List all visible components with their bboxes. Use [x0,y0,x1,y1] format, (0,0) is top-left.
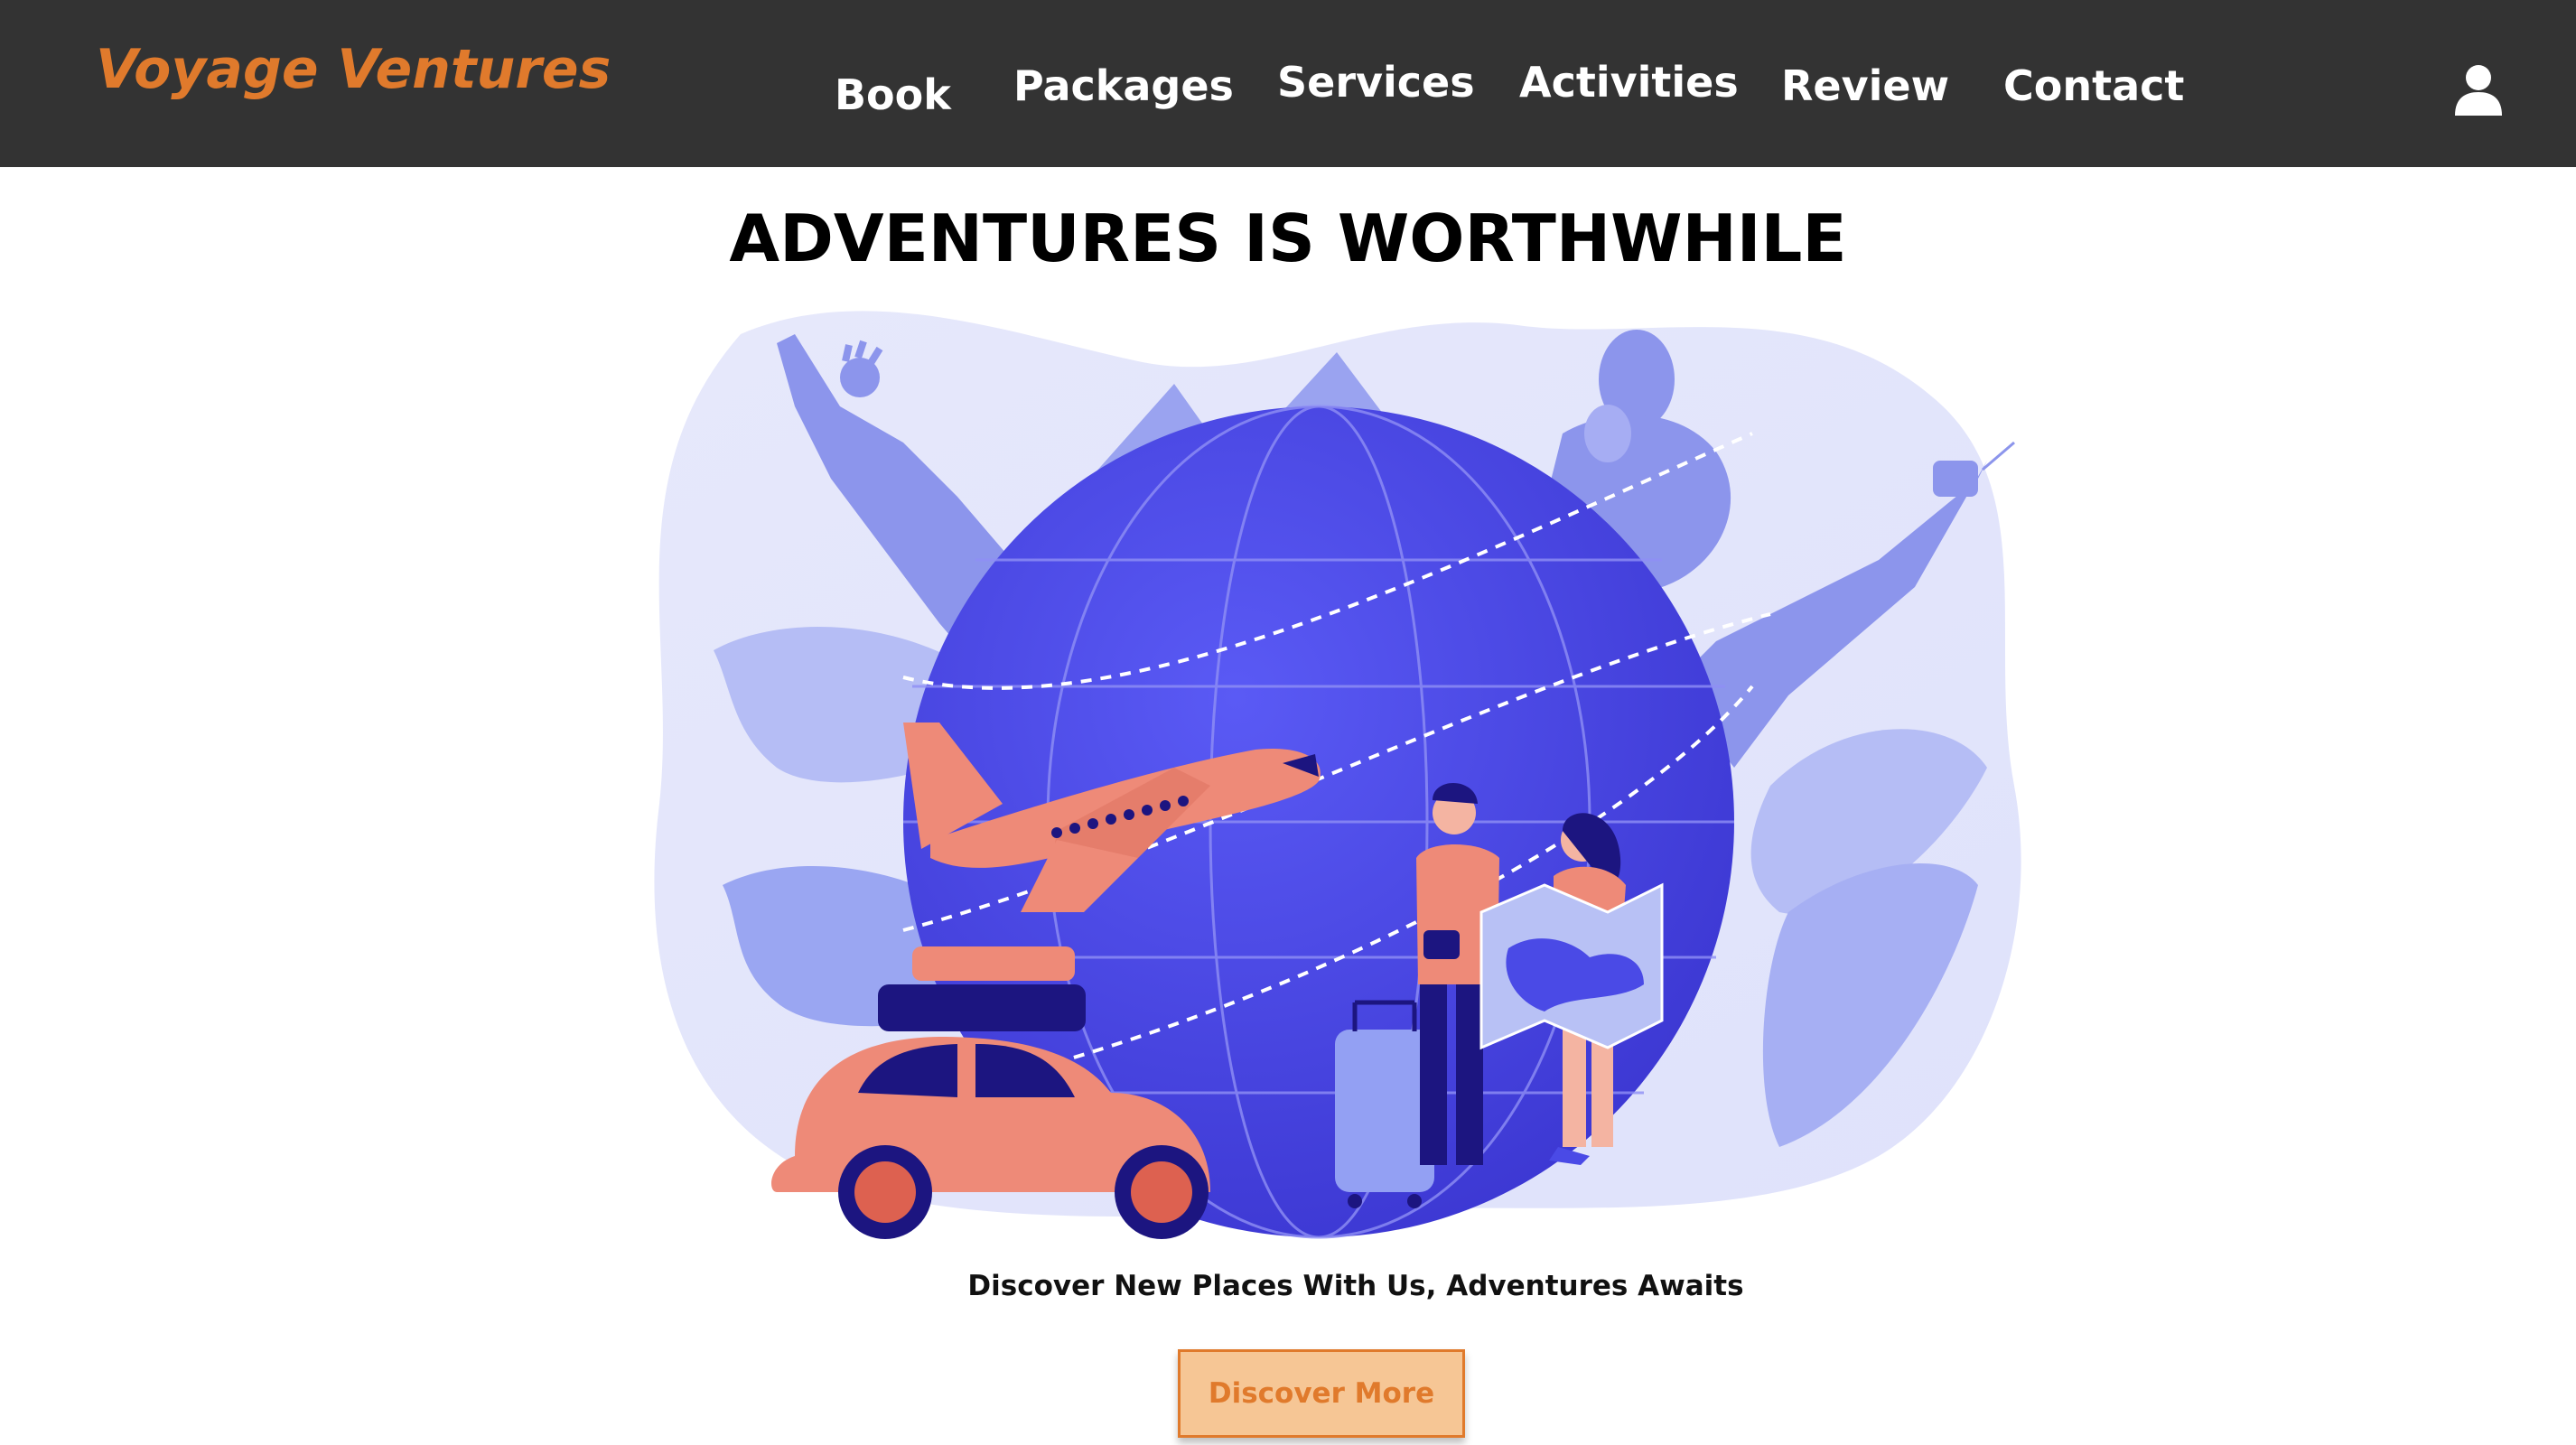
nav-item-services[interactable]: Services [1277,58,1475,107]
user-icon[interactable] [2453,63,2504,117]
discover-more-button[interactable]: Discover More [1178,1349,1465,1438]
nav-item-contact[interactable]: Contact [2003,61,2184,110]
suitcase-icon [1335,1000,1434,1208]
top-navbar: Voyage Ventures Book Packages Services A… [0,0,2576,167]
brand-logo[interactable]: Voyage Ventures [96,38,611,101]
travel-illustration [654,311,2021,1239]
hero-tagline: Discover New Places With Us, Adventures … [967,1270,1744,1302]
page-title: ADVENTURES IS WORTHWHILE [729,200,1847,276]
nav-item-packages[interactable]: Packages [1013,61,1234,110]
nav-item-book[interactable]: Book [835,70,951,119]
nav-item-activities[interactable]: Activities [1519,58,1739,107]
nav-item-review[interactable]: Review [1781,61,1949,110]
map-icon [1479,882,1664,1050]
